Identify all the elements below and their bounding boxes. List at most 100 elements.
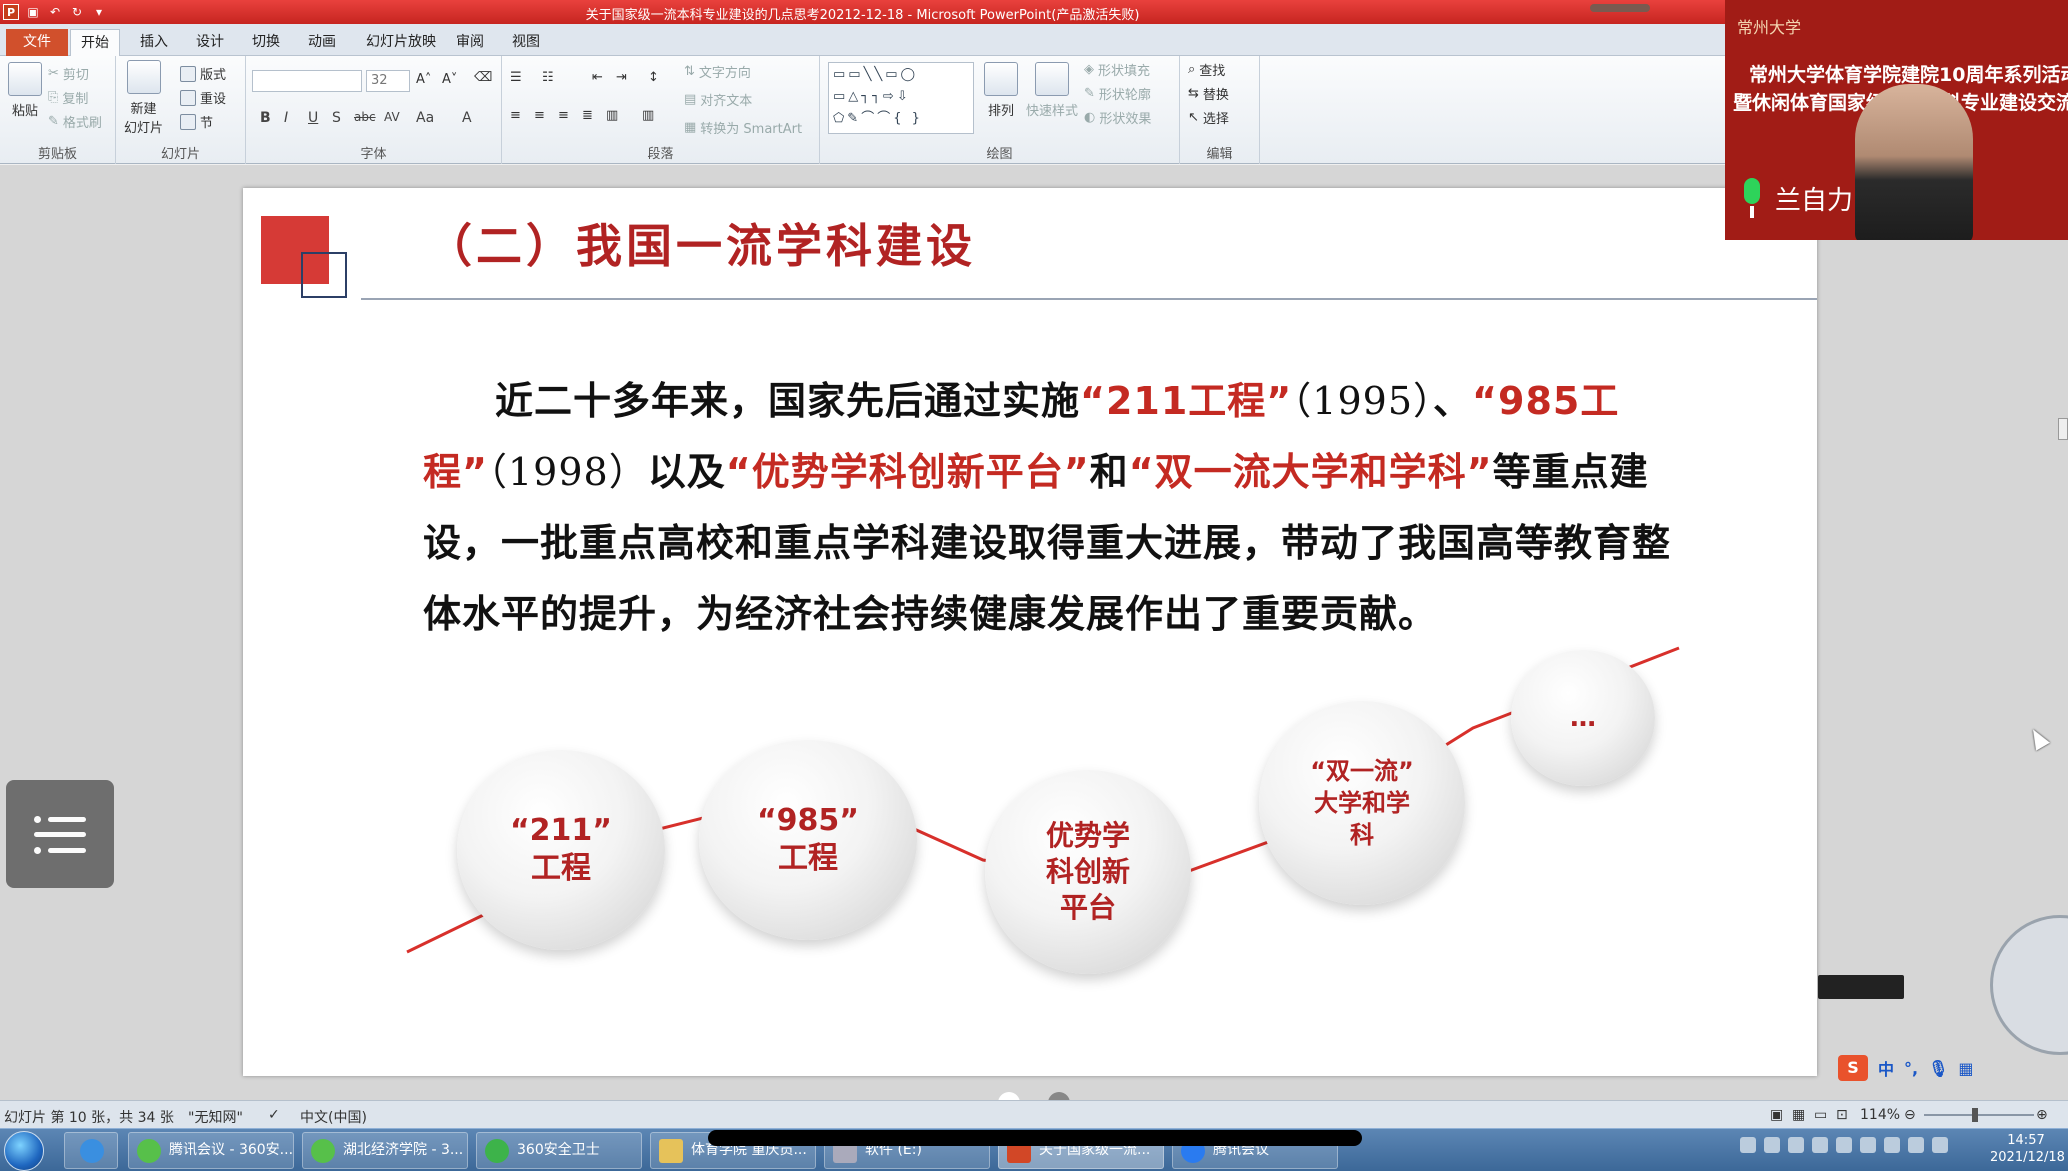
360-tray-icon[interactable] — [1788, 1137, 1804, 1153]
slide-sorter-button[interactable]: ▦ — [1792, 1107, 1805, 1123]
zoom-slider-thumb[interactable] — [1972, 1108, 1978, 1122]
decrease-indent-button[interactable]: ⇤ — [592, 70, 603, 85]
sogou-ime-icon[interactable]: S — [1838, 1055, 1868, 1081]
font-color-button[interactable]: A — [462, 110, 472, 126]
clock-date: 2021/12/18 — [1990, 1150, 2065, 1165]
reset-button[interactable]: 重设 — [180, 88, 226, 107]
columns-button[interactable]: ▥ — [642, 108, 654, 123]
align-right-button[interactable]: ≡ — [558, 108, 569, 123]
taskbar-item-360-safe[interactable]: 360安全卫士 — [476, 1132, 642, 1169]
spellcheck-icon[interactable]: ✓ — [268, 1107, 280, 1123]
numbering-button[interactable]: ☷ — [542, 70, 554, 85]
align-center-button[interactable]: ≡ — [534, 108, 545, 123]
tab-file[interactable]: 文件 — [6, 29, 68, 56]
circle-985-project[interactable]: “985” 工程 — [699, 740, 917, 940]
ime-chinese-mode[interactable]: 中 — [1878, 1056, 1894, 1080]
underline-button[interactable]: U — [308, 110, 318, 126]
meeting-tray-icon[interactable] — [1836, 1137, 1852, 1153]
zoom-slider[interactable] — [1924, 1114, 2034, 1116]
circle-ellipsis[interactable]: … — [1511, 650, 1655, 786]
cut-button[interactable]: ✂ 剪切 — [48, 64, 89, 83]
tab-insert[interactable]: 插入 — [130, 29, 178, 56]
ime-mini-toolbar[interactable] — [1818, 975, 1904, 999]
bold-button[interactable]: B — [260, 110, 271, 126]
ie-launcher[interactable] — [64, 1132, 118, 1169]
circle-double-first-class[interactable]: “双一流” 大学和学 科 — [1259, 701, 1465, 905]
shape-effects-button[interactable]: ◐ 形状效果 — [1084, 108, 1151, 127]
network-icon[interactable] — [1764, 1137, 1780, 1153]
replace-button[interactable]: ⇆ 替换 — [1188, 84, 1229, 103]
shrink-font-button[interactable]: A˅ — [442, 72, 457, 87]
language-indicator[interactable]: 中文(中国) — [300, 1107, 367, 1127]
side-panel-handle[interactable] — [2058, 418, 2068, 440]
shadow-button[interactable]: S — [332, 110, 341, 126]
meeting-overlay-bar[interactable] — [708, 1130, 1362, 1146]
distribute-button[interactable]: ▥ — [606, 108, 618, 123]
increase-indent-button[interactable]: ⇥ — [616, 70, 627, 85]
layout-button[interactable]: 版式 — [180, 64, 226, 83]
ime-keyboard-icon[interactable]: ▦ — [1958, 1059, 1973, 1078]
speaker-video[interactable]: 常州大学 常州大学体育学院建院10周年系列活动 暨休闲体育国家级一流本科专业建设… — [1725, 0, 2068, 240]
italic-button[interactable]: I — [284, 110, 288, 126]
char-spacing-button[interactable]: AV — [384, 110, 400, 124]
format-painter-button[interactable]: ✎ 格式刷 — [48, 112, 102, 131]
taskbar-item-tencent-meeting-360[interactable]: 腾讯会议 - 360安... — [128, 1132, 294, 1169]
display-icon[interactable] — [1932, 1137, 1948, 1153]
circle-211-project[interactable]: “211” 工程 — [457, 750, 665, 950]
zoom-out-button[interactable]: ⊖ — [1904, 1107, 1916, 1123]
zoom-in-button[interactable]: ⊕ — [2036, 1107, 2048, 1123]
tab-animations[interactable]: 动画 — [298, 29, 346, 56]
grow-font-button[interactable]: A˄ — [416, 72, 431, 87]
battery-icon[interactable] — [1740, 1137, 1756, 1153]
arrange-button[interactable]: 排列 — [984, 62, 1018, 119]
taskbar-item-hubei[interactable]: 湖北经济学院 - 3... — [302, 1132, 468, 1169]
system-clock[interactable]: 14:57 2021/12/18 — [1990, 1132, 2065, 1166]
tab-home[interactable]: 开始 — [70, 29, 120, 56]
slide[interactable]: （二）我国一流学科建设 近二十多年来，国家先后通过实施“211工程”（1995）… — [243, 188, 1817, 1076]
folder-icon — [659, 1139, 683, 1163]
justify-button[interactable]: ≣ — [582, 108, 593, 123]
shield-icon[interactable] — [1812, 1137, 1828, 1153]
shapes-gallery[interactable]: ▭▭╲╲▭◯ ▭△┐┐⇨⇩ ⬠✎⌒⌒{ } — [828, 62, 974, 134]
align-text-button[interactable]: ▤ 对齐文本 — [684, 90, 752, 109]
tab-design[interactable]: 设计 — [186, 29, 234, 56]
strikethrough-button[interactable]: abc — [354, 110, 376, 124]
tab-transitions[interactable]: 切换 — [242, 29, 290, 56]
select-button[interactable]: ↖ 选择 — [1188, 108, 1229, 127]
shape-outline-button[interactable]: ✎ 形状轮廓 — [1084, 84, 1151, 103]
ime-punctuation[interactable]: °, — [1904, 1059, 1918, 1078]
theme-name[interactable]: "无知网" — [188, 1107, 243, 1127]
volume-icon[interactable] — [1908, 1137, 1924, 1153]
tab-view[interactable]: 视图 — [502, 29, 550, 56]
ime-toolbar[interactable]: S 中 °, 🎙 ▦ — [1838, 1055, 1974, 1081]
zoom-level[interactable]: 114% — [1860, 1107, 1900, 1123]
clear-format-icon[interactable]: ⌫ — [474, 70, 492, 85]
start-button[interactable] — [4, 1131, 44, 1171]
quick-styles-button[interactable]: 快速样式 — [1026, 62, 1078, 119]
shape-fill-button[interactable]: ◈ 形状填充 — [1084, 60, 1150, 79]
paste-button[interactable]: 粘贴 — [8, 62, 42, 119]
normal-view-button[interactable]: ▣ — [1770, 1107, 1783, 1123]
font-size-select[interactable]: 32 — [366, 70, 410, 92]
slideshow-button[interactable]: ⊡ — [1836, 1107, 1848, 1123]
ime-voice-icon[interactable]: 🎙 — [1928, 1059, 1948, 1078]
tab-review[interactable]: 审阅 — [446, 29, 494, 56]
line-spacing-button[interactable]: ↕ — [648, 70, 659, 85]
outline-menu-button[interactable] — [6, 780, 114, 888]
tab-slideshow[interactable]: 幻灯片放映 — [356, 29, 446, 56]
window-grip[interactable] — [1590, 4, 1650, 12]
font-family-select[interactable] — [252, 70, 362, 92]
copy-button[interactable]: ⎘ 复制 — [48, 88, 88, 107]
reading-view-button[interactable]: ▭ — [1814, 1107, 1827, 1123]
text-direction-button[interactable]: ⇅ 文字方向 — [684, 62, 751, 81]
find-button[interactable]: ⌕ 查找 — [1188, 60, 1225, 79]
bullets-button[interactable]: ☰ — [510, 70, 522, 85]
change-case-button[interactable]: Aa — [416, 110, 434, 126]
ime-tray-icon[interactable] — [1860, 1137, 1876, 1153]
convert-smartart-button[interactable]: ▦ 转换为 SmartArt — [684, 118, 802, 137]
new-slide-button[interactable]: 新建 幻灯片 — [124, 60, 163, 136]
flag-icon[interactable] — [1884, 1137, 1900, 1153]
circle-advantage-platform[interactable]: 优势学 科创新 平台 — [985, 770, 1191, 974]
section-button[interactable]: 节 — [180, 112, 213, 131]
align-left-button[interactable]: ≡ — [510, 108, 521, 123]
